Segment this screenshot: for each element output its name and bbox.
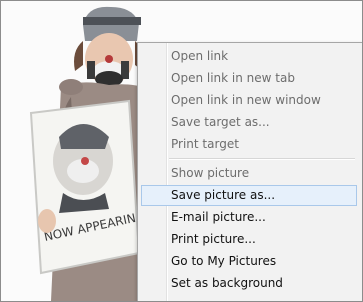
menu-item-go-to-my-pictures[interactable]: Go to My Pictures (141, 251, 357, 272)
beard-left (87, 61, 95, 79)
menu-item-open-link-new-window[interactable]: Open link in new window (141, 90, 357, 111)
context-menu: Open link Open link in new tab Open link… (137, 42, 362, 301)
hat-band (83, 17, 141, 25)
menu-item-save-picture-as[interactable]: Save picture as... (141, 185, 357, 206)
hair-left (74, 41, 83, 71)
menu-separator (169, 158, 355, 160)
beard-right (121, 61, 129, 79)
shoulder (59, 79, 83, 95)
hand (38, 209, 56, 233)
menu-item-email-picture[interactable]: E-mail picture... (141, 207, 357, 228)
menu-item-set-as-background[interactable]: Set as background (141, 273, 357, 294)
menu-item-print-picture[interactable]: Print picture... (141, 229, 357, 250)
menu-item-save-target-as[interactable]: Save target as... (141, 112, 357, 133)
sign-portrait-nose (81, 157, 89, 165)
menu-item-print-target[interactable]: Print target (141, 134, 357, 155)
menu-item-show-picture[interactable]: Show picture (141, 163, 357, 184)
menu-item-open-link-new-tab[interactable]: Open link in new tab (141, 68, 357, 89)
menu-item-open-link[interactable]: Open link (141, 46, 357, 67)
red-nose (105, 55, 113, 63)
screenshot-frame: NOW APPEARIN Open link Open link in new … (0, 0, 363, 302)
